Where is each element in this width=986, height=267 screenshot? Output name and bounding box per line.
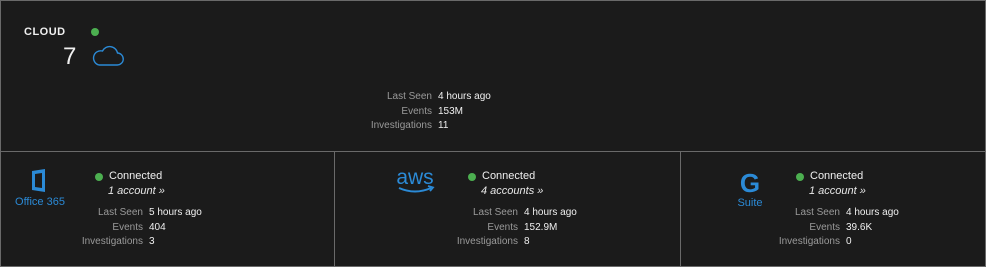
stat-value: 0 xyxy=(846,236,852,247)
connection-status: Connected xyxy=(109,170,163,182)
stat-row-last-seen: Last Seen 4 hours ago xyxy=(438,206,577,221)
accounts-link[interactable]: 1 account » xyxy=(108,185,165,197)
stat-label: Events xyxy=(487,221,518,233)
provider-stats: Last Seen 4 hours ago Events 152.9M Inve… xyxy=(438,206,577,250)
stat-label: Investigations xyxy=(456,236,518,247)
cloud-summary[interactable]: CLOUD 7 Last Seen 4 hours ago Events 153… xyxy=(1,1,985,151)
office365-logo: Office 365 xyxy=(15,169,65,214)
gsuite-logo-text: Suite xyxy=(737,197,762,209)
cloud-title: CLOUD xyxy=(24,26,66,38)
cloud-widget: CLOUD 7 Last Seen 4 hours ago Events 153… xyxy=(0,0,986,267)
stat-row-last-seen: Last Seen 5 hours ago xyxy=(63,206,202,221)
gsuite-logo-mark: G xyxy=(740,168,760,198)
stat-label: Investigations xyxy=(370,120,432,131)
cloud-icon xyxy=(91,44,125,73)
stat-value: 4 hours ago xyxy=(438,91,491,102)
provider-stats: Last Seen 4 hours ago Events 39.6K Inves… xyxy=(760,206,899,250)
stat-label: Events xyxy=(401,105,432,117)
stat-label: Last Seen xyxy=(97,207,143,218)
stat-label: Investigations xyxy=(778,236,840,247)
stat-row-events: Events 152.9M xyxy=(438,221,577,236)
stat-label: Last Seen xyxy=(386,91,432,102)
status-dot xyxy=(95,173,103,181)
provider-card-gsuite[interactable]: G Suite Connected 1 account » Last Seen … xyxy=(681,152,985,266)
stat-label: Investigations xyxy=(81,236,143,247)
stat-label: Events xyxy=(809,221,840,233)
connection-status: Connected xyxy=(482,170,536,182)
stat-value: 39.6K xyxy=(846,221,873,233)
status-dot xyxy=(468,173,476,181)
cloud-count: 7 xyxy=(63,43,77,70)
stat-value: 153M xyxy=(438,105,464,117)
stat-row-investigations: Investigations 0 xyxy=(760,235,899,250)
accounts-link[interactable]: 1 account » xyxy=(809,185,866,197)
stat-label: Last Seen xyxy=(472,207,518,218)
stat-label: Last Seen xyxy=(794,207,840,218)
stat-value: 4 hours ago xyxy=(846,207,899,218)
stat-row-events: Events 153M xyxy=(341,105,491,120)
aws-logo-text: aws xyxy=(396,166,433,189)
provider-card-aws[interactable]: aws Connected 4 accounts » Last Seen 4 h… xyxy=(335,152,680,266)
connection-status: Connected xyxy=(810,170,864,182)
cloud-stats: Last Seen 4 hours ago Events 153M Invest… xyxy=(341,90,491,134)
office365-logo-text: Office 365 xyxy=(15,196,65,208)
stat-row-investigations: Investigations 11 xyxy=(341,119,491,134)
stat-value: 8 xyxy=(524,236,530,247)
stat-row-events: Events 39.6K xyxy=(760,221,899,236)
stat-row-last-seen: Last Seen 4 hours ago xyxy=(760,206,899,221)
stat-row-investigations: Investigations 8 xyxy=(438,235,577,250)
stat-row-last-seen: Last Seen 4 hours ago xyxy=(341,90,491,105)
status-dot xyxy=(91,28,99,36)
status-dot xyxy=(796,173,804,181)
stat-row-investigations: Investigations 3 xyxy=(63,235,202,250)
stat-value: 3 xyxy=(149,236,155,247)
accounts-link[interactable]: 4 accounts » xyxy=(481,185,543,197)
stat-value: 11 xyxy=(438,120,449,131)
stat-label: Events xyxy=(112,221,143,233)
stat-value: 404 xyxy=(149,221,166,233)
stat-value: 5 hours ago xyxy=(149,207,202,218)
provider-card-office365[interactable]: Office 365 Connected 1 account » Last Se… xyxy=(1,152,334,266)
provider-stats: Last Seen 5 hours ago Events 404 Investi… xyxy=(63,206,202,250)
stat-value: 152.9M xyxy=(524,221,558,233)
stat-value: 4 hours ago xyxy=(524,207,577,218)
aws-logo: aws xyxy=(393,166,439,201)
stat-row-events: Events 404 xyxy=(63,221,202,236)
